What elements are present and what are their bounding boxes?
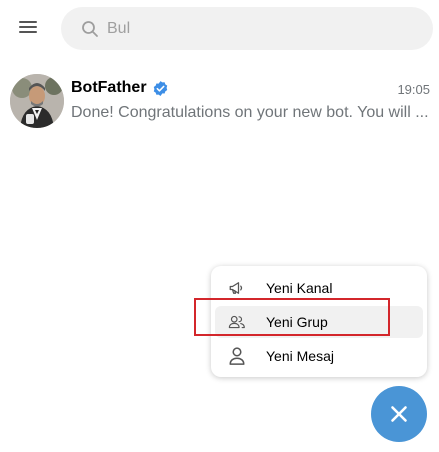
menu-item-new-group[interactable]: Yeni Grup [215,306,423,338]
hamburger-icon [18,19,38,40]
menu-item-label: Yeni Mesaj [266,348,334,364]
megaphone-icon [228,279,246,297]
chat-preview: Done! Congratulations on your new bot. Y… [71,104,429,121]
close-menu-button[interactable] [371,386,427,442]
menu-item-label: Yeni Grup [266,314,328,330]
search-bar[interactable] [61,7,433,50]
menu-item-new-channel[interactable]: Yeni Kanal [215,272,423,304]
hamburger-menu-button[interactable] [14,17,42,41]
chat-name: BotFather [71,79,169,97]
search-input[interactable] [105,18,409,39]
person-icon [228,347,246,365]
menu-item-label: Yeni Kanal [266,280,333,296]
group-icon [228,313,246,331]
chat-name-text: BotFather [71,79,147,96]
new-item-menu: Yeni Kanal Yeni Grup Yeni Mesaj [211,266,427,377]
verified-badge-icon [152,80,169,97]
close-icon [390,405,408,423]
avatar [10,74,64,128]
chat-time: 19:05 [397,82,430,97]
menu-item-new-message[interactable]: Yeni Mesaj [215,340,423,372]
chat-item-botfather[interactable]: BotFather 19:05 Done! Congratulations on… [0,66,439,138]
search-icon [81,20,99,38]
